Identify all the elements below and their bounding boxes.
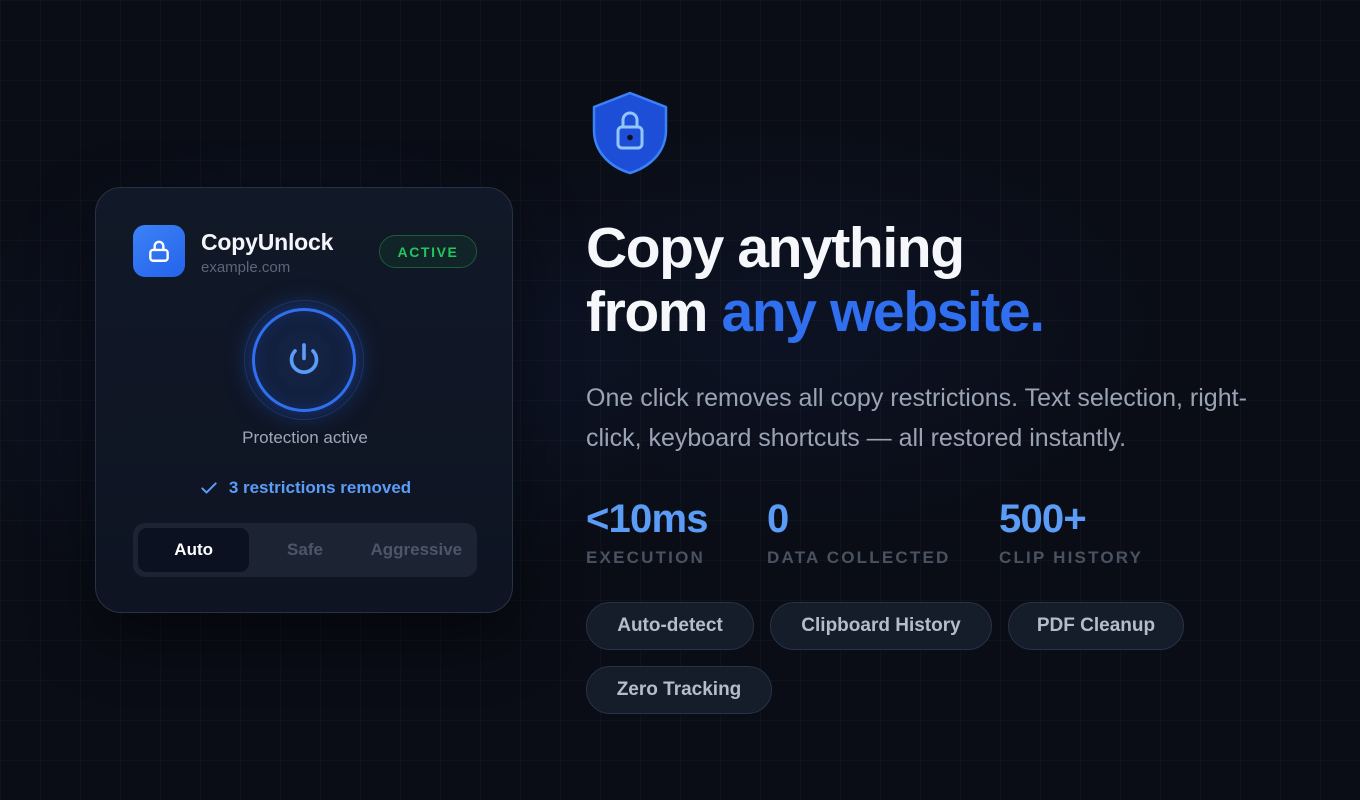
mode-safe-button[interactable]: Safe (249, 528, 360, 572)
power-status-label: Protection active (242, 428, 368, 447)
stat-label: CLIP HISTORY (999, 548, 1144, 567)
status-badge: ACTIVE (379, 235, 477, 268)
hero-subtext: One click removes all copy restrictions.… (586, 384, 1247, 452)
feature-chip-clipboard-history: Clipboard History (770, 602, 992, 650)
current-domain: example.com (201, 259, 291, 276)
stat-label: EXECUTION (586, 548, 705, 567)
power-ring (244, 300, 364, 420)
mode-aggressive-button[interactable]: Aggressive (361, 528, 472, 572)
headline-line-2-prefix: from (586, 280, 722, 344)
headline-line-1: Copy anything (586, 216, 965, 280)
stat-value: <10ms (586, 497, 708, 541)
extension-popup-card: CopyUnlock example.com ACTIVE Protection… (95, 187, 513, 613)
stat-clip-history: 500+ CLIP HISTORY (999, 496, 1143, 568)
headline-accent: any website. (721, 280, 1046, 344)
stat-execution: <10ms EXECUTION (586, 496, 708, 568)
mode-selector: Auto Safe Aggressive (133, 523, 477, 577)
check-icon (201, 482, 217, 494)
feature-chip-pdf-cleanup: PDF Cleanup (1008, 602, 1184, 650)
feature-chip-zero-tracking: Zero Tracking (586, 666, 772, 714)
stat-label: DATA COLLECTED (767, 548, 951, 567)
headline-line-2: from any website. (586, 280, 1046, 344)
mode-auto-button[interactable]: Auto (138, 528, 250, 572)
app-name: CopyUnlock (201, 229, 334, 255)
stat-value: 0 (767, 497, 789, 541)
stat-value: 500+ (999, 497, 1087, 541)
app-icon (133, 225, 185, 277)
hero-headline: Copy anything from any website. (586, 216, 1046, 344)
feature-chip-auto-detect: Auto-detect (586, 602, 754, 650)
power-button[interactable] (252, 308, 356, 412)
stat-data-collected: 0 DATA COLLECTED (767, 496, 950, 568)
restrictions-removed: 3 restrictions removed (96, 478, 514, 498)
page: CopyUnlock example.com ACTIVE Protection… (0, 0, 1360, 800)
lock-icon (149, 240, 169, 262)
shield-lock-icon (592, 91, 668, 175)
restrictions-text: 3 restrictions removed (228, 478, 412, 497)
power-icon (289, 343, 319, 374)
